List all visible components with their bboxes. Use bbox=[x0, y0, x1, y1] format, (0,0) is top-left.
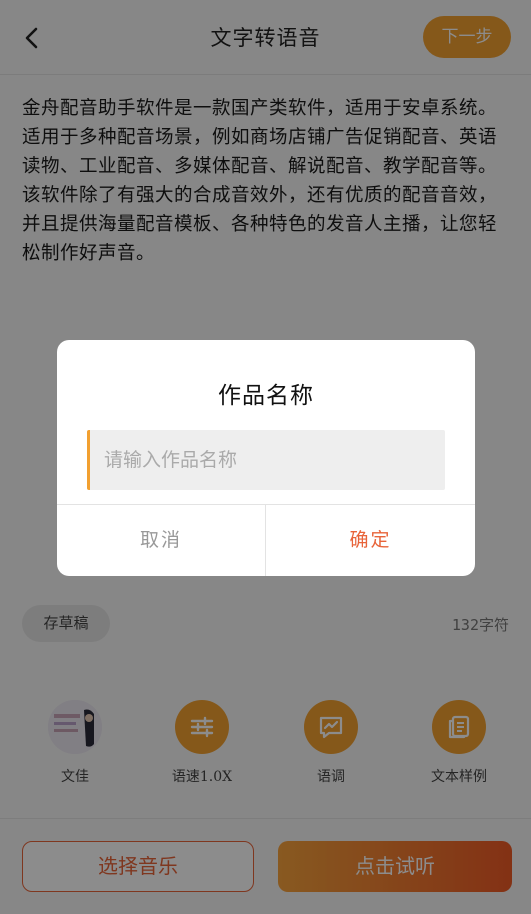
cancel-button[interactable]: 取消 bbox=[57, 505, 265, 576]
confirm-button[interactable]: 确定 bbox=[266, 505, 475, 576]
dialog-title: 作品名称 bbox=[218, 383, 314, 409]
work-name-dialog: 作品名称 取消 确定 bbox=[57, 340, 475, 576]
work-name-input[interactable] bbox=[87, 430, 445, 490]
